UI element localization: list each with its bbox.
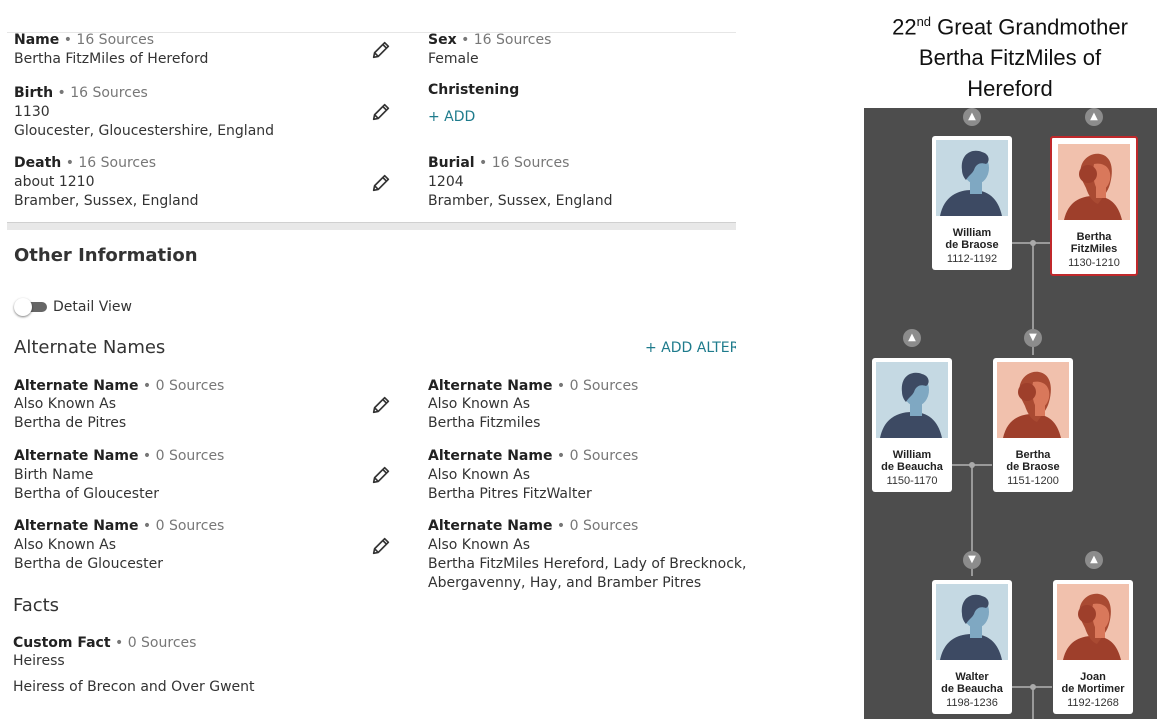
person-card[interactable]: Bertha de Braose 1151-1200	[993, 358, 1073, 492]
person-card[interactable]: William de Braose 1112-1192	[932, 136, 1012, 270]
person-given-name: William	[952, 227, 992, 239]
person-surname: de Braose	[945, 239, 999, 251]
alt-name-label: Alternate Name • 0 Sources	[14, 378, 225, 394]
add-alternate-name-button[interactable]: + ADD ALTER	[645, 339, 736, 358]
burial-place: Bramber, Sussex, England	[428, 193, 613, 209]
connector-dot	[1030, 240, 1036, 246]
christening-label: Christening	[428, 82, 520, 98]
person-given-name: Bertha	[1076, 231, 1112, 243]
edit-alt-name-pencil-icon[interactable]	[370, 394, 392, 416]
detail-view-toggle[interactable]	[14, 298, 47, 316]
person-card[interactable]: Joan de Mortimer 1192-1268	[1053, 580, 1133, 714]
other-information-heading: Other Information	[14, 245, 198, 266]
person-surname: de Braose	[1006, 461, 1060, 473]
death-place: Bramber, Sussex, England	[14, 193, 199, 209]
name-value: Bertha FitzMiles of Hereford	[14, 51, 209, 67]
chevron-up-icon[interactable]: ▲	[903, 329, 921, 347]
edit-name-pencil-icon[interactable]	[370, 39, 392, 61]
person-surname: de Beaucha	[881, 461, 943, 473]
birth-label: Birth • 16 Sources	[14, 85, 148, 101]
add-christening-button[interactable]: + ADD	[428, 108, 475, 127]
birth-date: 1130	[14, 104, 50, 120]
edit-alt-name-pencil-icon[interactable]	[370, 464, 392, 486]
alt-name-value: Bertha FitzMiles Hereford, Lady of Breck…	[428, 556, 747, 572]
female-avatar-icon	[1057, 584, 1129, 660]
connector-dot	[969, 462, 975, 468]
relationship-title: 22nd Great Grandmother Bertha FitzMiles …	[892, 14, 1128, 102]
alt-name-type: Also Known As	[428, 537, 531, 553]
person-lifespan: 1151-1200	[1007, 475, 1059, 487]
edit-death-pencil-icon[interactable]	[370, 172, 392, 194]
sex-label: Sex • 16 Sources	[428, 32, 552, 48]
person-lifespan: 1150-1170	[886, 475, 938, 487]
female-avatar-icon	[997, 362, 1069, 438]
alt-name-value-cont: Abergavenny, Hay, and Bramber Pitres	[428, 575, 702, 591]
person-given-name: Joan	[1080, 671, 1106, 683]
person-given-name: William	[892, 449, 932, 461]
alt-name-value: Bertha de Pitres	[14, 415, 127, 431]
alt-name-label: Alternate Name • 0 Sources	[14, 448, 225, 464]
person-lifespan: 1192-1268	[1067, 697, 1119, 709]
person-card[interactable]: Walter de Beaucha 1198-1236	[932, 580, 1012, 714]
person-lifespan: 1112-1192	[946, 253, 998, 265]
alt-name-type: Also Known As	[14, 537, 117, 553]
pedigree-tree[interactable]: ▲ ▲ ▼ ▲ ▼ ▲ William de Braose 1112-1192 Be…	[864, 108, 1157, 719]
alt-name-value: Bertha of Gloucester	[14, 486, 159, 502]
chevron-up-icon[interactable]: ▲	[1085, 108, 1103, 126]
person-card[interactable]: William de Beaucha 1150-1170	[872, 358, 952, 492]
edit-alt-name-pencil-icon[interactable]	[370, 535, 392, 557]
burial-date: 1204	[428, 174, 464, 190]
male-avatar-icon	[936, 584, 1008, 660]
person-surname: de Beaucha	[941, 683, 1003, 695]
custom-fact-value: Heiress	[13, 653, 65, 669]
alt-name-type: Also Known As	[428, 396, 531, 412]
alt-name-value: Bertha Fitzmiles	[428, 415, 541, 431]
facts-heading: Facts	[13, 595, 60, 616]
person-surname: FitzMiles	[1070, 243, 1118, 255]
death-date: about 1210	[14, 174, 95, 190]
person-card-selected[interactable]: Bertha FitzMiles 1130-1210	[1050, 136, 1138, 276]
edit-birth-pencil-icon[interactable]	[370, 101, 392, 123]
person-lifespan: 1198-1236	[946, 697, 998, 709]
male-avatar-icon	[876, 362, 948, 438]
section-divider	[7, 222, 736, 230]
custom-fact-label: Custom Fact • 0 Sources	[13, 635, 197, 651]
detail-view-label: Detail View	[53, 299, 132, 315]
alt-name-type: Also Known As	[14, 396, 117, 412]
chevron-down-icon[interactable]: ▼	[963, 551, 981, 569]
chevron-down-icon[interactable]: ▼	[1024, 329, 1042, 347]
person-given-name: Walter	[955, 671, 989, 683]
chevron-up-icon[interactable]: ▲	[963, 108, 981, 126]
alt-name-label: Alternate Name • 0 Sources	[428, 448, 639, 464]
alt-name-label: Alternate Name • 0 Sources	[428, 378, 639, 394]
alt-name-type: Also Known As	[428, 467, 531, 483]
alt-name-label: Alternate Name • 0 Sources	[428, 518, 639, 534]
custom-fact-description: Heiress of Brecon and Over Gwent	[13, 679, 255, 695]
name-label: Name • 16 Sources	[14, 32, 155, 48]
alt-name-label: Alternate Name • 0 Sources	[14, 518, 225, 534]
descent-line	[1032, 686, 1034, 719]
death-label: Death • 16 Sources	[14, 155, 157, 171]
alt-name-type: Birth Name	[14, 467, 94, 483]
connector-dot	[1030, 684, 1036, 690]
alt-name-value: Bertha de Gloucester	[14, 556, 163, 572]
birth-place: Gloucester, Gloucestershire, England	[14, 123, 275, 139]
male-avatar-icon	[936, 140, 1008, 216]
sex-value: Female	[428, 51, 479, 67]
chevron-up-icon[interactable]: ▲	[1085, 551, 1103, 569]
alternate-names-heading: Alternate Names	[14, 337, 166, 358]
female-avatar-icon	[1058, 144, 1130, 220]
alt-name-value: Bertha Pitres FitzWalter	[428, 486, 592, 502]
person-given-name: Bertha	[1015, 449, 1051, 461]
person-lifespan: 1130-1210	[1068, 257, 1120, 269]
burial-label: Burial • 16 Sources	[428, 155, 570, 171]
person-surname: de Mortimer	[1061, 683, 1125, 695]
